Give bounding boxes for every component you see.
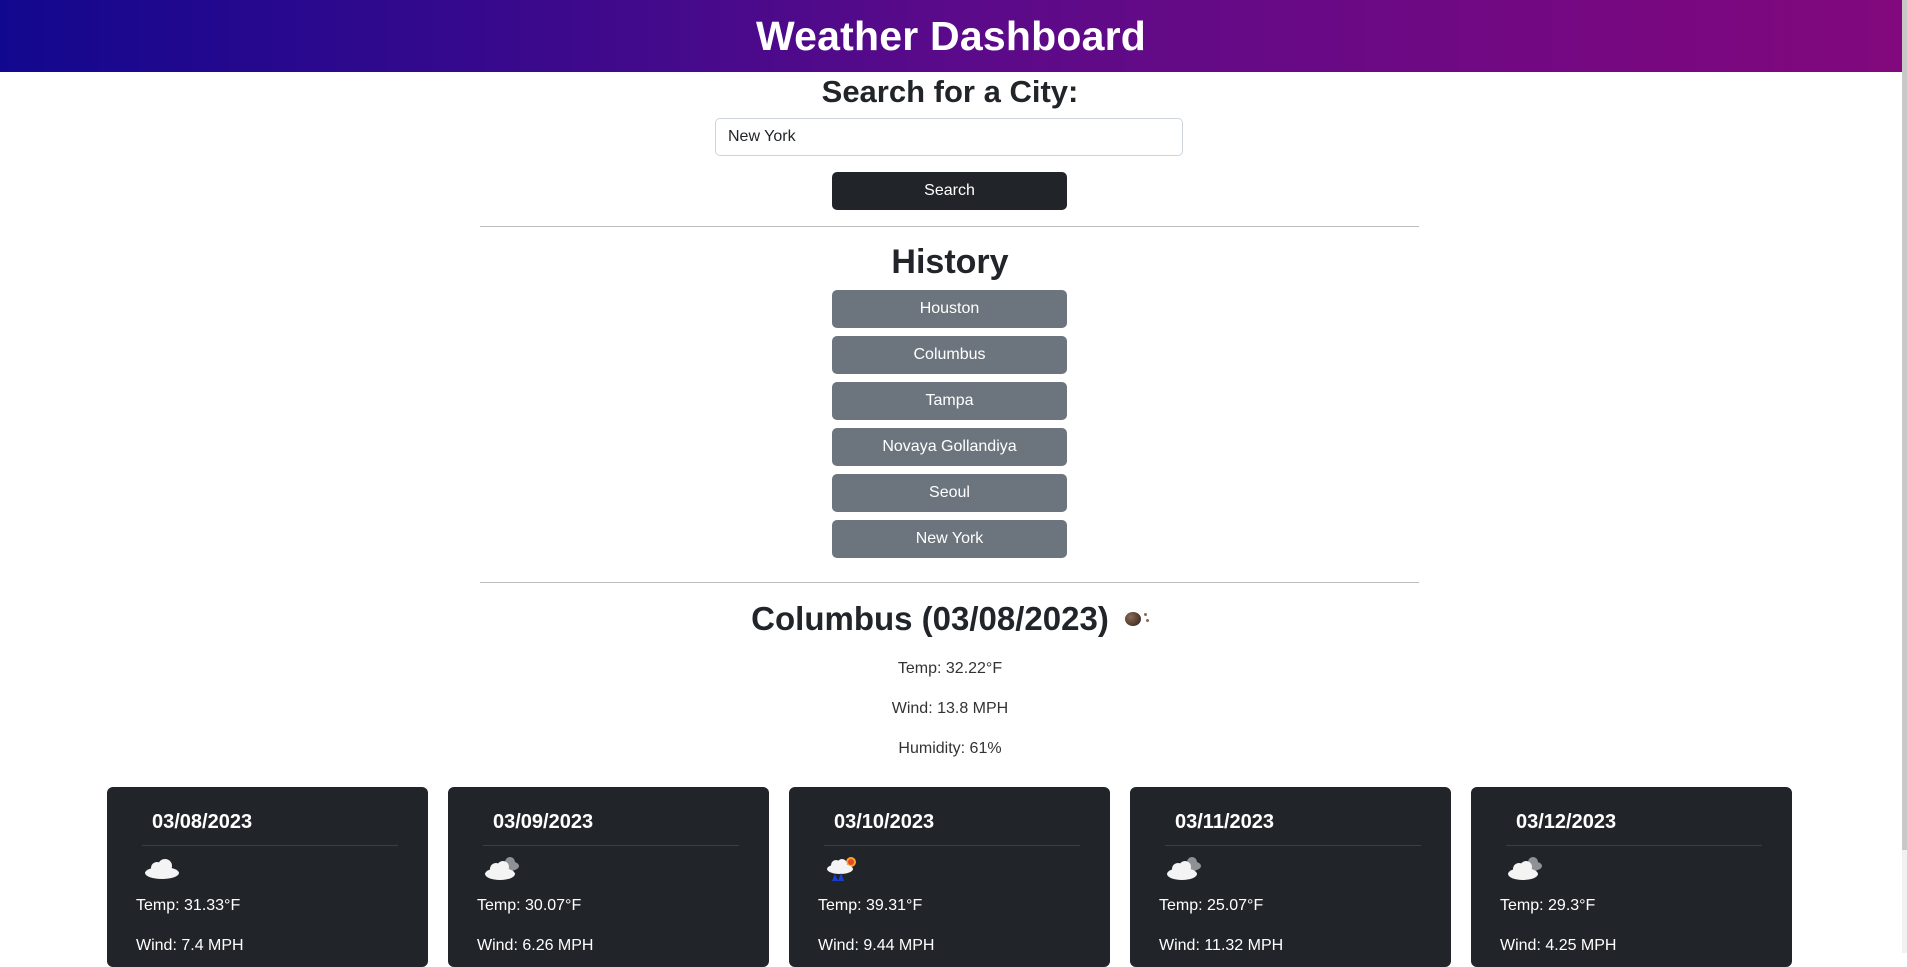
rain-sun-cloud-icon xyxy=(827,857,856,881)
city-search-input[interactable] xyxy=(715,118,1183,156)
forecast-wind: Wind: 7.4 MPH xyxy=(136,937,244,954)
section-divider xyxy=(480,582,1419,583)
history-item-new-york[interactable]: New York xyxy=(832,520,1067,558)
history-item-columbus[interactable]: Columbus xyxy=(832,336,1067,374)
card-divider xyxy=(1506,845,1762,846)
forecast-card: 03/10/2023 Temp: 39.31°F Wind: 9.44 MPH xyxy=(789,787,1110,967)
forecast-temp: Temp: 30.07°F xyxy=(477,897,582,914)
history-item-novaya-gollandiya[interactable]: Novaya Gollandiya xyxy=(832,428,1067,466)
forecast-temp: Temp: 31.33°F xyxy=(136,897,241,914)
forecast-wind: Wind: 11.32 MPH xyxy=(1159,937,1284,954)
card-divider xyxy=(824,845,1080,846)
forecast-date: 03/08/2023 xyxy=(152,811,253,833)
app-header: Weather Dashboard xyxy=(0,0,1902,72)
page-scrollbar[interactable] xyxy=(1902,0,1907,953)
drizzle-ball-icon xyxy=(1123,608,1149,630)
forecast-temp: Temp: 29.3°F xyxy=(1500,897,1596,914)
forecast-date: 03/10/2023 xyxy=(834,811,935,833)
forecast-card: 03/11/2023 Temp: 25.07°F Wind: 11.32 MPH xyxy=(1130,787,1451,967)
overcast-clouds-icon xyxy=(1167,857,1201,880)
page-title: Weather Dashboard xyxy=(756,12,1146,59)
forecast-wind: Wind: 6.26 MPH xyxy=(477,937,594,954)
history-heading: History xyxy=(891,243,1009,281)
history-item-houston[interactable]: Houston xyxy=(832,290,1067,328)
scrollbar-thumb[interactable] xyxy=(1902,0,1907,850)
overcast-clouds-icon xyxy=(485,857,519,880)
current-weather-title: Columbus (03/08/2023) xyxy=(751,600,1149,638)
forecast-date: 03/12/2023 xyxy=(1516,811,1617,833)
forecast-wind: Wind: 9.44 MPH xyxy=(818,937,935,954)
forecast-date: 03/11/2023 xyxy=(1175,811,1274,833)
card-divider xyxy=(1165,845,1421,846)
forecast-wind: Wind: 4.25 MPH xyxy=(1500,937,1617,954)
search-button[interactable]: Search xyxy=(832,172,1067,210)
forecast-temp: Temp: 25.07°F xyxy=(1159,897,1264,914)
history-item-seoul[interactable]: Seoul xyxy=(832,474,1067,512)
forecast-temp: Temp: 39.31°F xyxy=(818,897,923,914)
card-divider xyxy=(142,845,398,846)
current-humidity: Humidity: 61% xyxy=(898,740,1002,757)
cloud-icon xyxy=(145,859,179,879)
current-city-date: Columbus (03/08/2023) xyxy=(751,600,1109,637)
current-wind: Wind: 13.8 MPH xyxy=(891,700,1009,717)
search-heading: Search for a City: xyxy=(821,74,1079,109)
history-item-tampa[interactable]: Tampa xyxy=(832,382,1067,420)
card-divider xyxy=(483,845,739,846)
current-weather: Columbus (03/08/2023) xyxy=(0,600,1900,638)
current-temp: Temp: 32.22°F xyxy=(897,660,1003,677)
section-divider xyxy=(480,226,1419,227)
forecast-card: 03/08/2023 Temp: 31.33°F Wind: 7.4 MPH xyxy=(107,787,428,967)
forecast-date: 03/09/2023 xyxy=(493,811,594,833)
forecast-card: 03/12/2023 Temp: 29.3°F Wind: 4.25 MPH xyxy=(1471,787,1792,967)
forecast-card: 03/09/2023 Temp: 30.07°F Wind: 6.26 MPH xyxy=(448,787,769,967)
overcast-clouds-icon xyxy=(1508,857,1542,880)
